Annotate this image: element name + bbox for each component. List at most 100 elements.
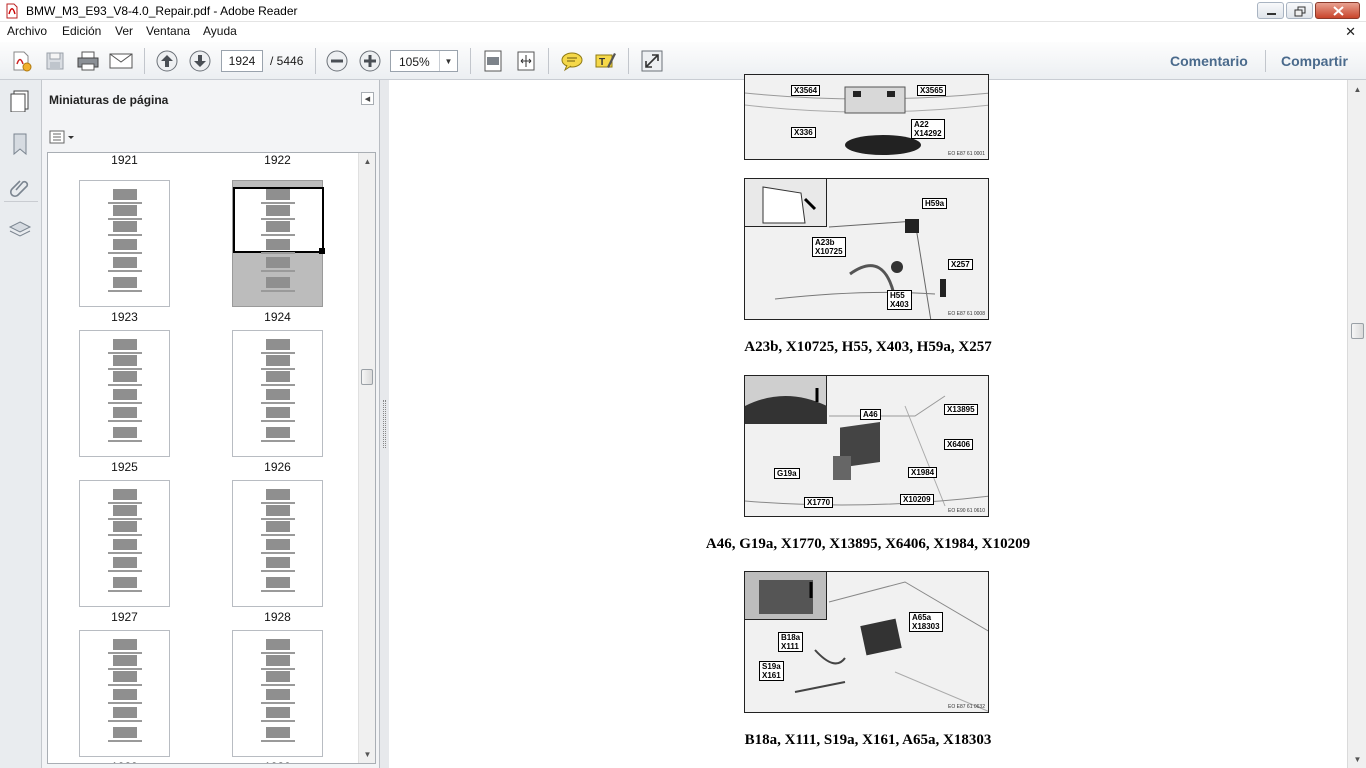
thumbnail-figure [266, 239, 290, 250]
bookmark-icon[interactable] [8, 132, 32, 156]
title-bar: BMW_M3_E93_V8-4.0_Repair.pdf - Adobe Rea… [0, 0, 1366, 22]
thumbnail-figure [266, 389, 290, 400]
add-note-button[interactable] [559, 49, 585, 73]
layers-icon[interactable] [8, 218, 32, 242]
zoom-in-button[interactable] [357, 49, 383, 73]
thumbnail-caption-line [261, 420, 295, 422]
thumbnail-options-button[interactable] [49, 128, 77, 146]
document-scrollbar[interactable]: ▲ ▼ [1347, 80, 1366, 768]
thumbnail-figure [113, 371, 137, 382]
thumbnail-caption-line [261, 590, 295, 592]
menu-ayuda[interactable]: Ayuda [203, 24, 237, 38]
thumbnail-page-label[interactable]: 1928 [232, 610, 323, 624]
previous-page-button[interactable] [154, 49, 180, 73]
thumbnail-page-label[interactable]: 1927 [79, 610, 170, 624]
page-thumbnail[interactable] [79, 330, 170, 457]
scroll-down-arrow[interactable]: ▼ [359, 746, 375, 763]
thumbnail-caption-line [108, 234, 142, 236]
page-thumbnail[interactable] [79, 630, 170, 757]
thumbnail-figure [113, 557, 137, 568]
panel-splitter[interactable] [380, 80, 389, 768]
save-button[interactable] [42, 49, 68, 73]
thumbnail-figure [113, 521, 137, 532]
scroll-down-arrow[interactable]: ▼ [1349, 751, 1366, 767]
menu-archivo[interactable]: Archivo [7, 24, 47, 38]
menu-ventana[interactable]: Ventana [146, 24, 190, 38]
page-thumbnail[interactable] [79, 480, 170, 607]
print-icon [77, 51, 99, 71]
share-link[interactable]: Compartir [1281, 53, 1348, 69]
minimize-button[interactable] [1257, 2, 1284, 19]
menu-ver[interactable]: Ver [115, 24, 133, 38]
thumbnail-figure [266, 189, 290, 200]
scroll-thumb[interactable] [361, 369, 373, 385]
zoom-select[interactable]: 105% ▼ [390, 50, 458, 72]
thumbnail-page-label[interactable]: 1921 [79, 153, 170, 167]
page-thumbnail[interactable] [232, 480, 323, 607]
arrow-down-circle-icon [189, 50, 211, 72]
thumbnail-scrollbar[interactable]: ▲ ▼ [358, 153, 375, 763]
callout-label: X6406 [944, 439, 974, 450]
page-thumbnails-icon[interactable] [8, 88, 32, 112]
scroll-up-arrow[interactable]: ▲ [359, 153, 375, 170]
toolbar: 1924 / 5446 105% ▼ T Comentario Comparti… [0, 42, 1366, 80]
thumbnail-page-label[interactable]: 1922 [232, 153, 323, 167]
figure-3: A46 X13895 X6406 G19a X1984 X10209 X1770… [744, 375, 989, 517]
thumbnail-caption-line [108, 702, 142, 704]
thumbnail-figure [266, 371, 290, 382]
scroll-thumb[interactable] [1351, 323, 1364, 339]
thumbnail-figure [113, 277, 137, 288]
thumbnail-caption-line [108, 652, 142, 654]
print-button[interactable] [75, 49, 101, 73]
next-page-button[interactable] [187, 49, 213, 73]
thumbnail-page-label[interactable]: 1930 [232, 760, 323, 763]
thumbnail-caption-line [108, 720, 142, 722]
thumbnail-page-label[interactable]: 1925 [79, 460, 170, 474]
zoom-out-button[interactable] [324, 49, 350, 73]
full-screen-button[interactable] [639, 49, 665, 73]
svg-text:T: T [599, 57, 605, 68]
paperclip-icon[interactable] [8, 176, 32, 200]
callout-label: X10209 [900, 494, 934, 505]
collapse-panel-button[interactable]: ◀ [361, 92, 374, 105]
thumbnail-page-label[interactable]: 1926 [232, 460, 323, 474]
highlight-text-button[interactable]: T [592, 49, 618, 73]
thumbnail-list[interactable]: ▲ ▼ 1921 1922 1923 1924 1925 1926 1927 1928 1929… [47, 152, 376, 764]
page-thumbnail[interactable] [232, 630, 323, 757]
page-number-input[interactable]: 1924 [221, 50, 263, 72]
scroll-up-arrow[interactable]: ▲ [1349, 81, 1366, 97]
save-icon [46, 52, 64, 70]
callout-label: X3564 [791, 85, 821, 96]
thumbnail-figure [113, 189, 137, 200]
thumbnail-figure [266, 277, 290, 288]
restore-button[interactable] [1286, 2, 1313, 19]
thumbnail-page-label[interactable]: 1929 [79, 760, 170, 763]
close-window-button[interactable] [1315, 2, 1360, 19]
fit-page-button[interactable] [480, 49, 506, 73]
callout-label: B18a X111 [778, 632, 804, 652]
thumbnail-caption-line [108, 270, 142, 272]
close-document-button[interactable]: ✕ [1345, 24, 1356, 40]
fit-width-button[interactable] [513, 49, 539, 73]
chevron-down-icon[interactable]: ▼ [439, 51, 457, 71]
thumbnail-figure [113, 389, 137, 400]
thumbnail-page-label[interactable]: 1924 [232, 310, 323, 324]
thumbnail-caption-line [108, 740, 142, 742]
resize-handle[interactable] [319, 248, 325, 254]
page-thumbnail[interactable] [79, 180, 170, 307]
page-thumbnail[interactable] [232, 180, 325, 307]
thumbnail-page-label[interactable]: 1923 [79, 310, 170, 324]
page-thumbnail[interactable] [232, 330, 323, 457]
thumbnail-figure [266, 521, 290, 532]
email-button[interactable] [108, 49, 134, 73]
thumbnail-figure [113, 689, 137, 700]
thumbnail-caption-line [261, 502, 295, 504]
thumbnail-caption-line [108, 290, 142, 292]
thumbnail-caption-line [108, 440, 142, 442]
panel-title: Miniaturas de página [49, 93, 169, 107]
thumbnail-caption-line [261, 252, 295, 254]
thumbnail-caption-line [108, 218, 142, 220]
create-pdf-button[interactable] [9, 49, 35, 73]
menu-edicion[interactable]: Edición [62, 24, 101, 38]
comment-link[interactable]: Comentario [1170, 53, 1248, 69]
